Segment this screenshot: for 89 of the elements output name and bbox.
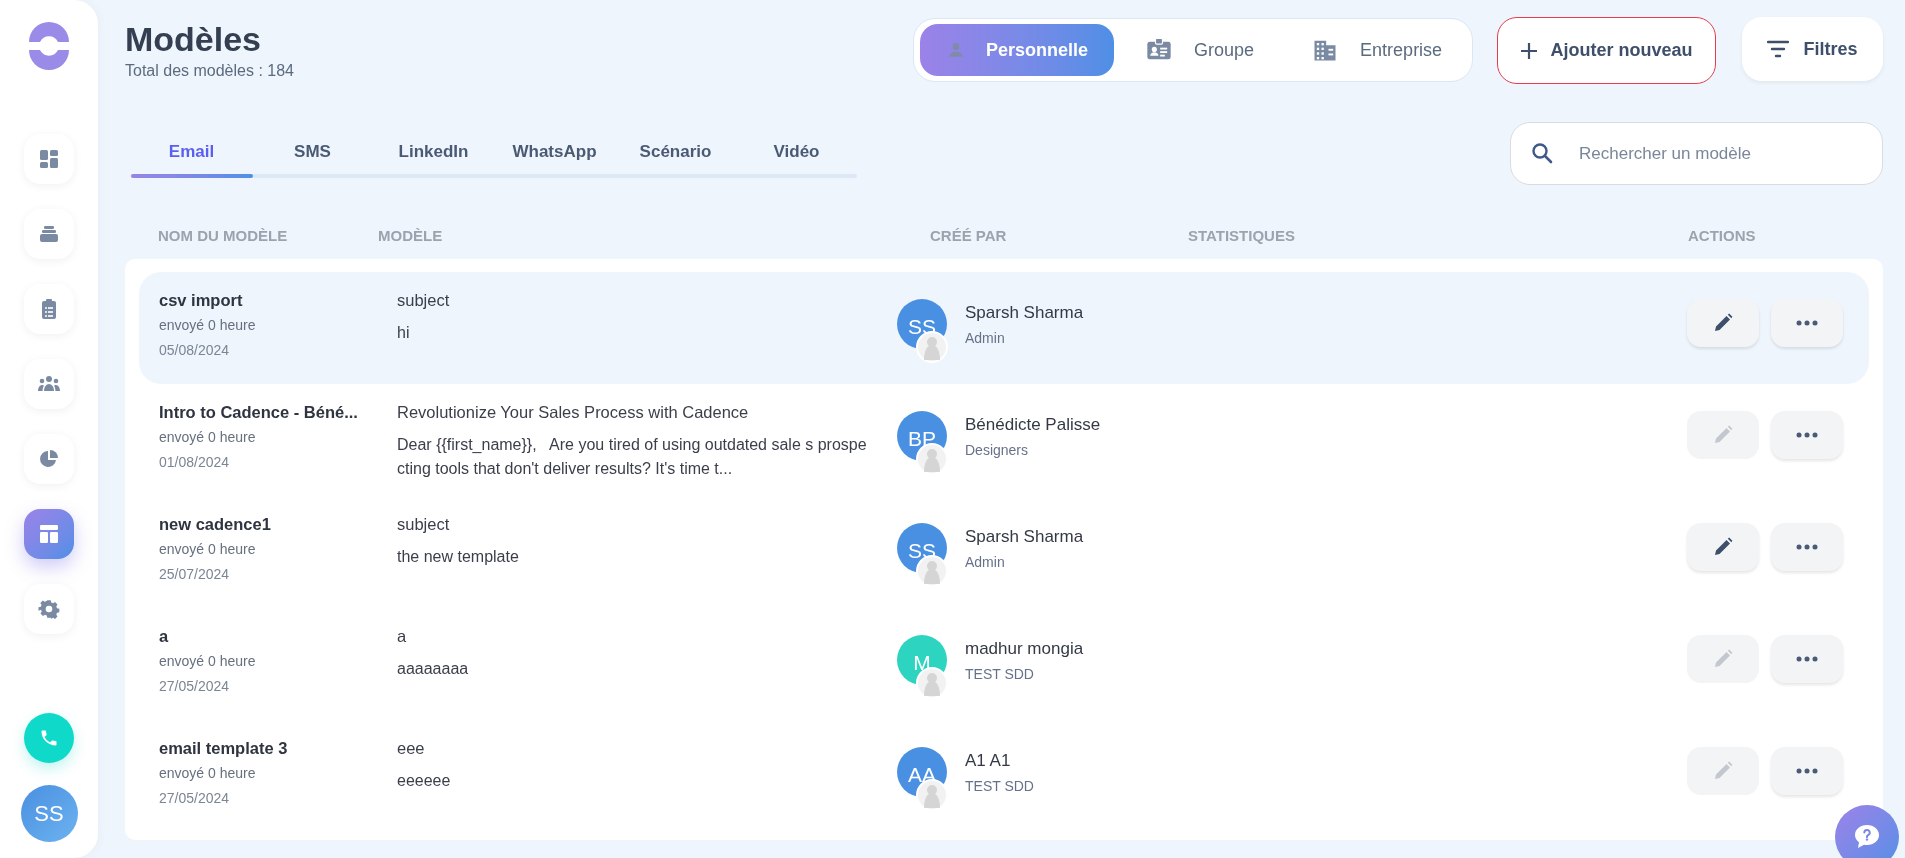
sidebar-nav-button[interactable] xyxy=(24,509,74,559)
pencil-icon xyxy=(1713,313,1733,333)
template-name: csv import xyxy=(159,290,244,311)
sent-info: envoyé 0 heure xyxy=(159,652,257,670)
channel-tab[interactable]: Vidéo xyxy=(736,129,857,174)
more-icon xyxy=(1796,432,1818,438)
template-count: Total des modèles : 184 xyxy=(125,61,294,81)
creator-role: Admin xyxy=(965,552,1006,571)
template-body: the new template xyxy=(397,547,520,567)
more-button[interactable] xyxy=(1771,747,1843,795)
scope-tab[interactable]: Personnelle xyxy=(920,24,1115,76)
template-name: a xyxy=(159,626,170,647)
template-subject: Revolutionize Your Sales Process with Cadence xyxy=(397,402,750,423)
more-icon xyxy=(1796,544,1818,550)
sent-info: envoyé 0 heure xyxy=(159,540,257,558)
help-chat-icon xyxy=(1852,823,1882,851)
pencil-icon xyxy=(1713,425,1733,445)
add-new-button[interactable]: Ajouter nouveau xyxy=(1497,17,1716,84)
template-subject: subject xyxy=(397,290,451,311)
more-button[interactable] xyxy=(1771,299,1843,347)
channel-tab[interactable]: Email xyxy=(131,129,252,174)
column-header: MODÈLE xyxy=(378,225,444,246)
sidebar-nav-button[interactable] xyxy=(24,434,74,484)
more-icon xyxy=(1796,656,1818,662)
more-button[interactable] xyxy=(1771,523,1843,571)
sidebar-nav-button[interactable] xyxy=(24,584,74,634)
sidebar-nav-button[interactable] xyxy=(24,209,74,259)
scope-tab[interactable]: Entreprise xyxy=(1284,24,1469,76)
more-button[interactable] xyxy=(1771,635,1843,683)
template-date: 01/08/2024 xyxy=(159,453,231,471)
column-header: NOM DU MODÈLE xyxy=(157,225,289,246)
column-header: STATISTIQUES xyxy=(1188,225,1296,246)
sent-info: envoyé 0 heure xyxy=(159,428,257,446)
template-name: new cadence1 xyxy=(159,514,272,535)
channel-tab[interactable]: LinkedIn xyxy=(373,129,494,174)
more-icon xyxy=(1796,768,1818,774)
layout-icon xyxy=(37,522,61,546)
sidebar-nav-button[interactable] xyxy=(24,284,74,334)
template-subject: subject xyxy=(397,514,451,535)
phone-icon xyxy=(39,728,59,748)
sidebar-nav-button[interactable] xyxy=(24,359,74,409)
creator-name: madhur mongia xyxy=(965,637,1084,660)
template-body: eeeeee xyxy=(397,771,452,791)
more-icon xyxy=(1796,320,1818,326)
column-header: CRÉÉ PAR xyxy=(930,225,1008,246)
pencil-icon xyxy=(1713,649,1733,669)
edit-button[interactable] xyxy=(1687,523,1759,571)
channel-tab[interactable]: SMS xyxy=(252,129,373,174)
filter-icon xyxy=(1767,40,1790,58)
pencil-icon xyxy=(1713,761,1733,781)
scope-tab[interactable]: Groupe xyxy=(1118,24,1281,76)
creator-role: TEST SDD xyxy=(965,776,1034,795)
template-name: Intro to Cadence - Béné... xyxy=(159,402,359,423)
template-date: 05/08/2024 xyxy=(159,341,231,359)
edit-button[interactable] xyxy=(1687,299,1759,347)
dashboard-icon xyxy=(37,147,61,171)
template-name: email template 3 xyxy=(159,738,289,759)
pencil-icon xyxy=(1713,537,1733,557)
channel-tab[interactable]: WhatsApp xyxy=(494,129,615,174)
help-button[interactable] xyxy=(1835,805,1899,858)
template-body: hi xyxy=(397,323,411,343)
creator-name: Sparsh Sharma xyxy=(965,525,1084,548)
page-title: Modèles xyxy=(125,19,263,59)
plus-icon xyxy=(1520,41,1539,60)
sidebar-nav-button[interactable] xyxy=(24,134,74,184)
creator-name: A1 A1 xyxy=(965,749,1012,772)
more-button[interactable] xyxy=(1771,411,1843,459)
creator-role: TEST SDD xyxy=(965,664,1035,683)
template-date: 27/05/2024 xyxy=(159,677,231,695)
sent-info: envoyé 0 heure xyxy=(159,316,257,334)
sent-info: envoyé 0 heure xyxy=(159,764,257,782)
person-icon xyxy=(946,40,966,60)
creator-name: Sparsh Sharma xyxy=(965,301,1084,324)
search-field[interactable]: Rechercher un modèle xyxy=(1510,122,1883,185)
creator-name: Bénédicte Palisse xyxy=(965,413,1101,436)
template-date: 25/07/2024 xyxy=(159,565,231,583)
phone-button[interactable] xyxy=(24,713,74,763)
gear-icon xyxy=(37,597,61,621)
template-body: aaaaaaaa xyxy=(397,659,470,679)
column-header: ACTIONS xyxy=(1688,225,1757,246)
template-subject: eee xyxy=(397,738,426,759)
creator-role: Designers xyxy=(965,440,1030,459)
search-icon xyxy=(1530,141,1554,165)
template-date: 27/05/2024 xyxy=(159,789,231,807)
template-body: Dear {{first_name}}, Are you tired of using outdated sale s prospecting tools that don't deliver results? It's time t... xyxy=(397,435,867,479)
creator-role: Admin xyxy=(965,328,1006,347)
channel-tab[interactable]: Scénario xyxy=(615,129,736,174)
filters-button[interactable]: Filtres xyxy=(1742,17,1883,81)
template-subject: a xyxy=(397,626,408,647)
